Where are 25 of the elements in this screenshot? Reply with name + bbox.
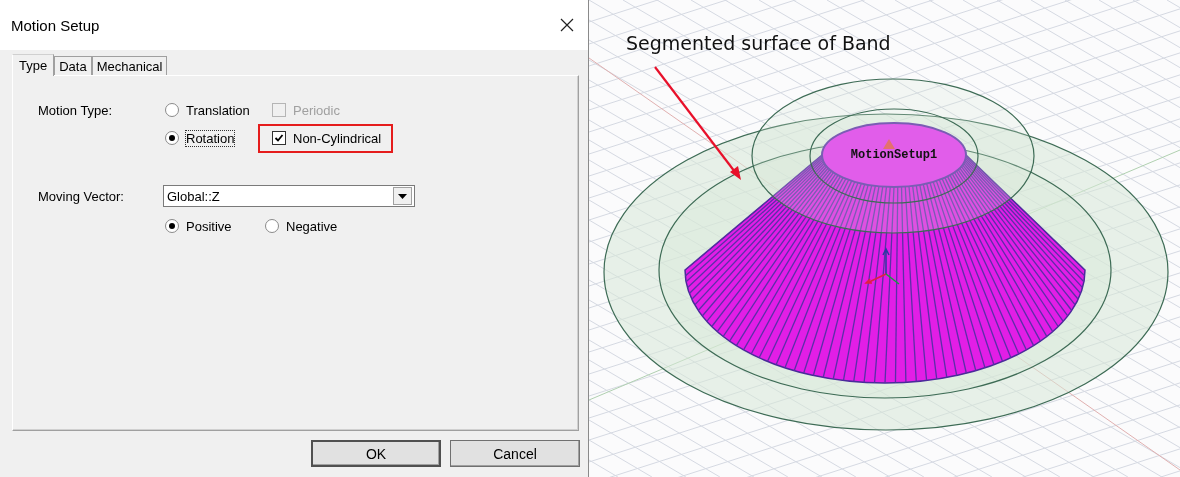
tab[interactable]: Data [54, 56, 92, 75]
annotation-text: Segmented surface of Band [626, 32, 891, 54]
radio-button[interactable] [165, 219, 179, 233]
radio-label[interactable]: Positive [186, 218, 232, 234]
radio-button[interactable] [165, 131, 179, 145]
radio-label[interactable]: Translation [186, 102, 250, 118]
object-label: MotionSetup1 [850, 148, 938, 162]
radio-label[interactable]: Rotation [186, 130, 235, 146]
radio-button[interactable] [265, 219, 279, 233]
radio-button[interactable] [165, 103, 179, 117]
field-label: Motion Type: [38, 102, 114, 118]
checkbox[interactable] [272, 131, 286, 145]
dropdown-arrow-icon [398, 193, 407, 199]
dropdown-field[interactable]: Global::Z [163, 185, 415, 207]
field-label: Moving Vector: [38, 188, 125, 204]
tab[interactable]: Mechanical [91, 56, 168, 75]
dialog-button[interactable]: Cancel [450, 440, 580, 467]
axis-triad-icon [864, 247, 900, 285]
close-icon[interactable] [560, 18, 574, 32]
radio-label[interactable]: Negative [286, 218, 338, 234]
checkbox-label: Non-Cylindrical [293, 130, 382, 146]
tab[interactable]: Type [12, 54, 55, 76]
window-title: Motion Setup [11, 16, 100, 34]
dialog-button[interactable]: OK [311, 440, 441, 467]
checkbox-label: Periodic [293, 102, 340, 118]
